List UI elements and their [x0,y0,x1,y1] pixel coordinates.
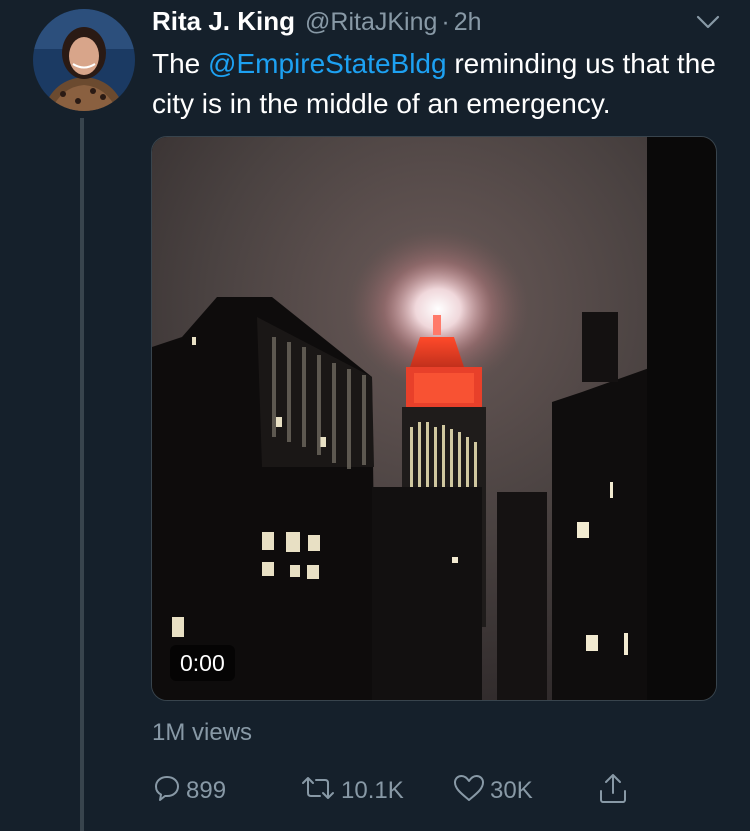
like-button[interactable]: 30K [452,768,533,814]
video-duration-badge: 0:00 [170,645,235,681]
tweet-timestamp[interactable]: 2h [454,8,482,37]
share-upload-icon [597,771,633,812]
avatar[interactable] [33,9,135,111]
video-player[interactable] [151,136,717,701]
thread-connector-line [80,118,84,831]
video-thumbnail [152,137,716,700]
tweet-header: Rita J. King @RitaJKing · 2h [152,6,482,40]
mention-link[interactable]: @EmpireStateBldg [208,48,447,79]
chevron-down-icon[interactable] [696,14,720,30]
reply-count: 899 [186,777,227,804]
tweet-text-before: The [152,48,209,79]
share-button[interactable] [597,768,633,814]
speech-bubble-icon [152,773,186,810]
avatar-image [33,9,135,111]
retweet-count: 10.1K [341,777,404,804]
tweet-text: The @EmpireStateBldg reminding us that t… [152,44,732,124]
view-count: 1M views [152,719,253,746]
author-name[interactable]: Rita J. King [152,6,295,37]
author-handle[interactable]: @RitaJKing [305,8,437,37]
separator-dot: · [441,8,450,36]
retweet-arrows-icon [299,773,341,810]
tweet-actions: 899 10.1K 30K [152,768,652,814]
reply-button[interactable]: 899 [152,768,226,814]
heart-icon [452,773,490,810]
like-count: 30K [490,777,533,804]
retweet-button[interactable]: 10.1K [299,768,404,814]
